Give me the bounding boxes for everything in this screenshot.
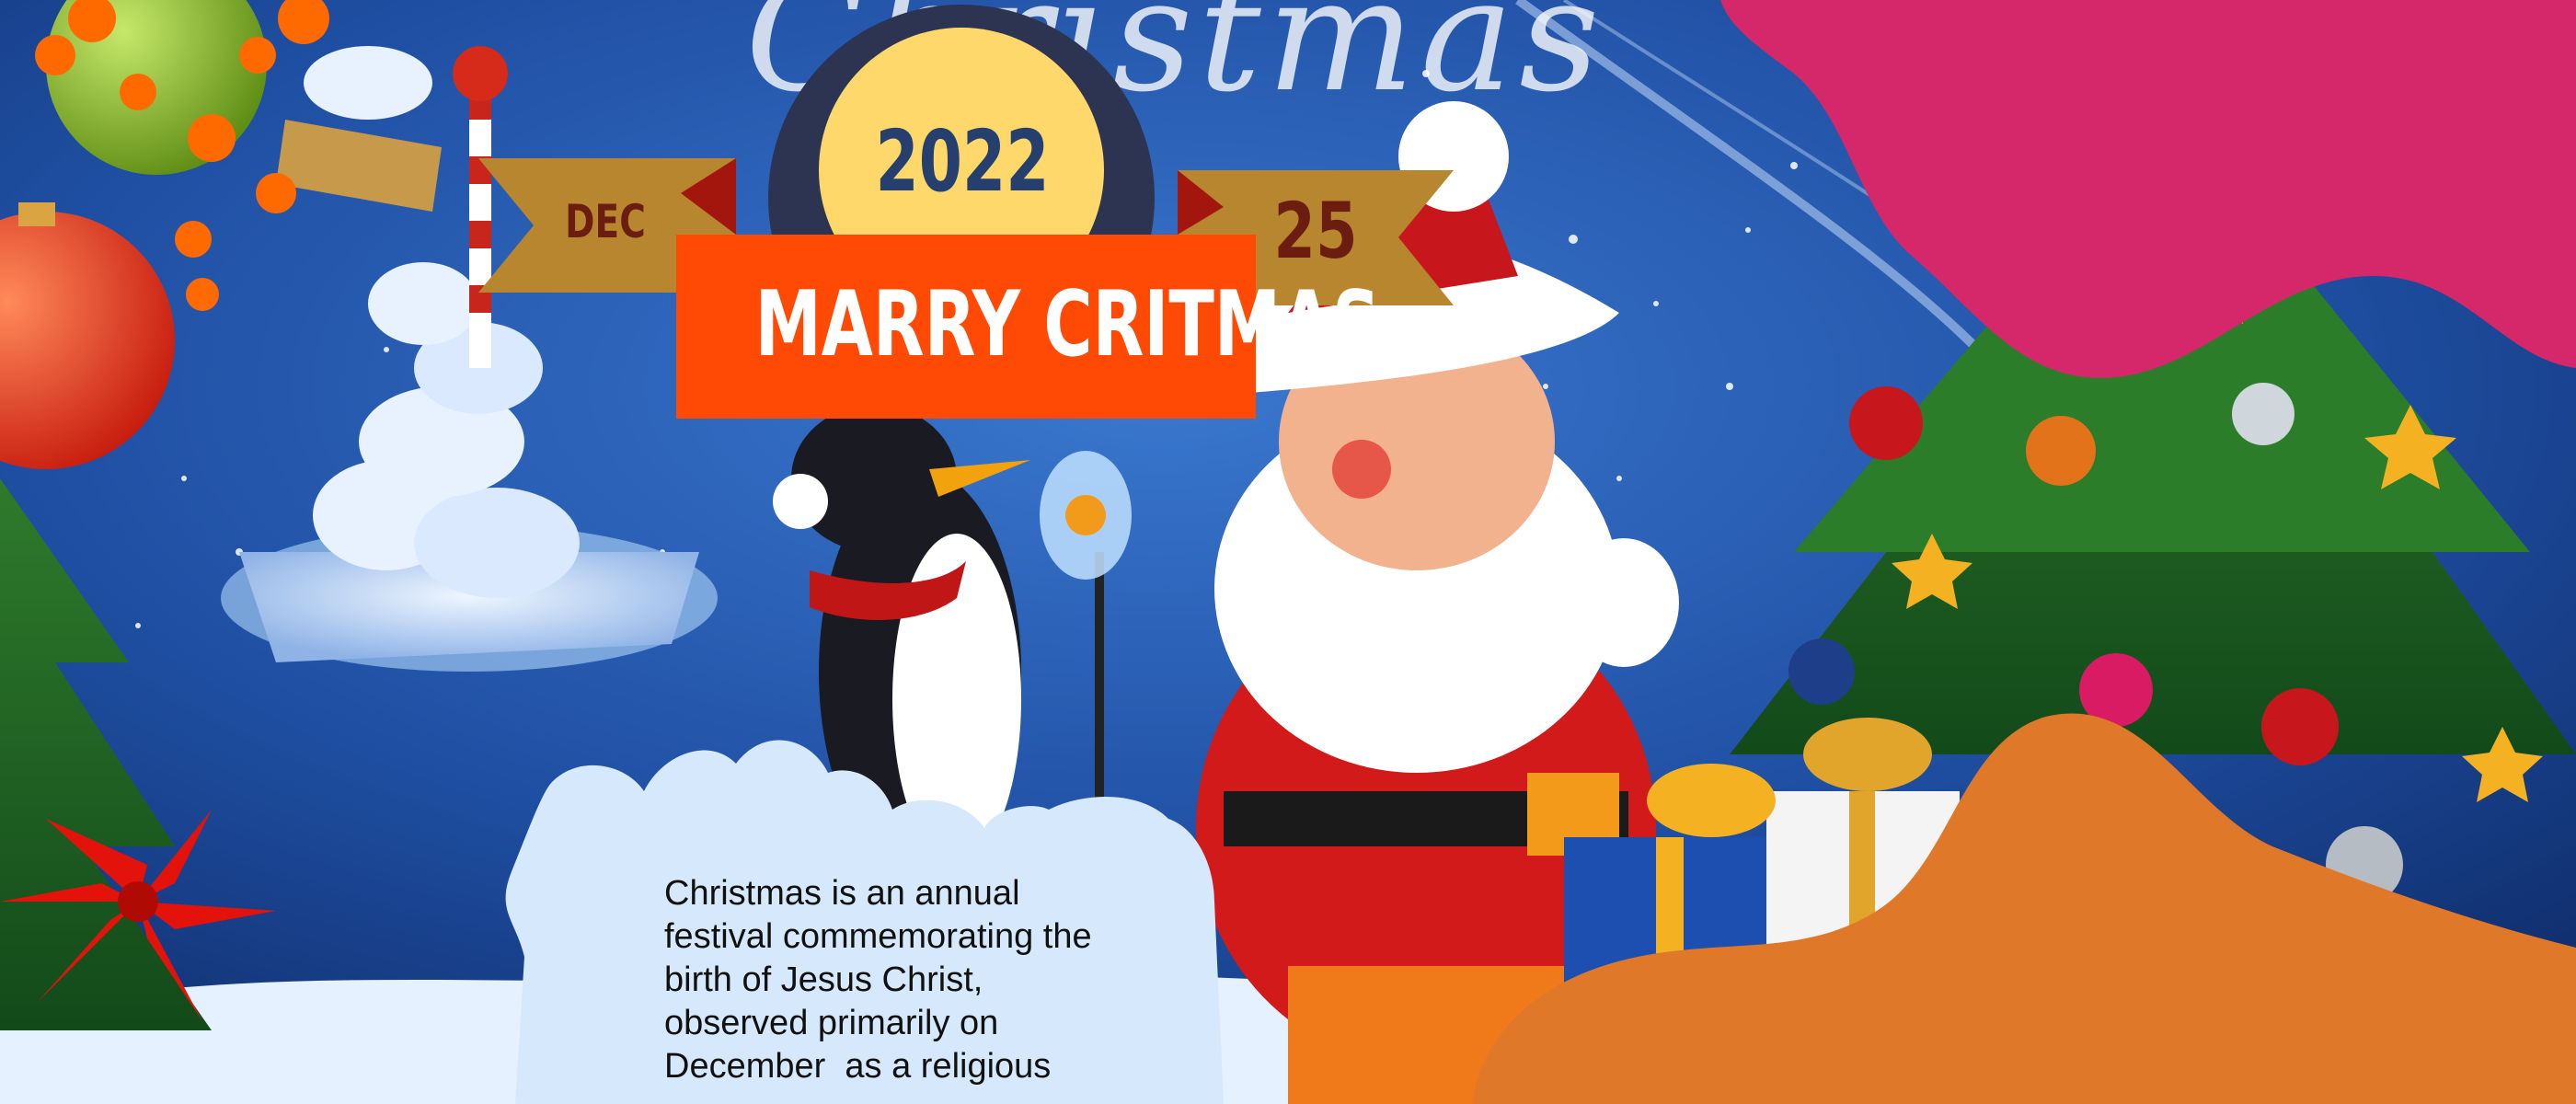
foreground-shapes: [478, 0, 2576, 1104]
description-text: Christmas is an annual festival commemor…: [664, 872, 1235, 1088]
title-text: MARRY CRITMAS: [754, 272, 1381, 377]
description-line: birth of Jesus Christ,: [664, 960, 983, 999]
description-line: observed primarily on: [664, 1004, 999, 1042]
orange-blob: [1472, 713, 2576, 1104]
year-label: 2022: [875, 112, 1050, 211]
christmas-poster: Christmas 2022 DEC 25 MARRY CRITMAS Chri…: [0, 0, 2576, 1104]
description-line: festival commemorating the: [664, 917, 1092, 956]
day-label: 25: [1273, 186, 1358, 276]
description-line: Christmas is an annual: [664, 874, 1020, 913]
month-label: DEC: [565, 195, 646, 248]
magenta-blob: [1720, 0, 2576, 378]
description-line: December as a religious: [664, 1047, 1052, 1086]
